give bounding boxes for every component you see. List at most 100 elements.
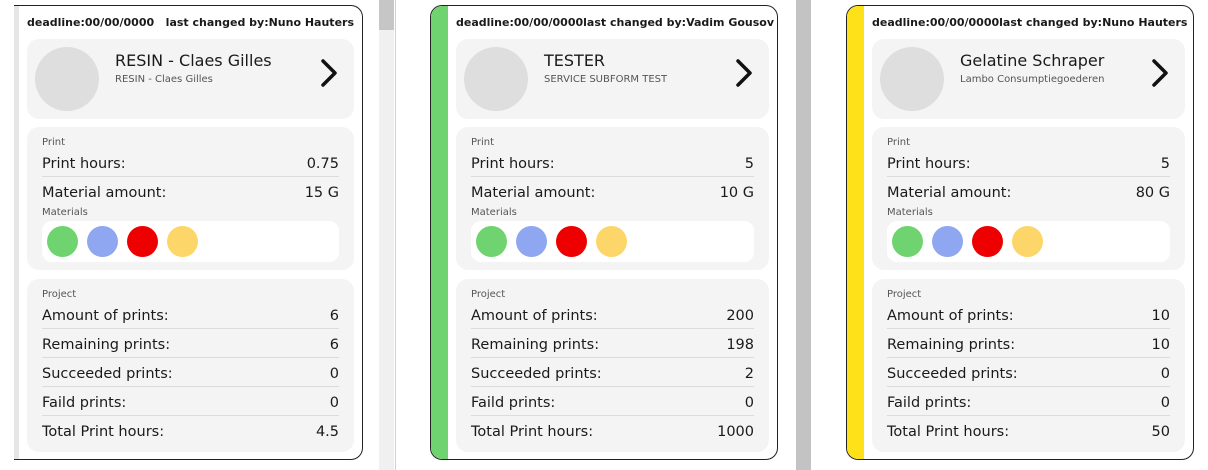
card-column-1: deadline: 00/00/0000 last changed by: Nuno… bbox=[0, 0, 396, 470]
print-hours-row: Print hours: 0.75 bbox=[42, 151, 339, 177]
material-swatch-yellow[interactable] bbox=[1012, 226, 1043, 257]
remaining-prints-label: Remaining prints: bbox=[471, 336, 600, 353]
status-stripe bbox=[847, 6, 864, 459]
print-section: Print Print hours: 5 Material amount: 80… bbox=[872, 127, 1185, 270]
remaining-prints-row: Remaining prints: 10 bbox=[887, 332, 1170, 358]
print-section-label: Print bbox=[42, 137, 66, 148]
material-swatch-red[interactable] bbox=[972, 226, 1003, 257]
total-print-hours-label: Total Print hours: bbox=[887, 424, 1010, 440]
job-title: RESIN - Claes Gilles bbox=[115, 51, 272, 70]
material-amount-row: Material amount: 15 G bbox=[42, 180, 339, 206]
card-header[interactable]: TESTER SERVICE SUBFORM TEST bbox=[456, 39, 769, 119]
card-topbar: deadline: 00/00/0000 last changed by: Vadi… bbox=[456, 14, 774, 30]
failed-prints-row: Faild prints: 0 bbox=[471, 390, 754, 416]
remaining-prints-value: 198 bbox=[726, 336, 754, 353]
material-swatch-yellow[interactable] bbox=[596, 226, 627, 257]
material-swatch-yellow[interactable] bbox=[167, 226, 198, 257]
material-swatch-blue[interactable] bbox=[87, 226, 118, 257]
scrollbar[interactable] bbox=[796, 0, 811, 470]
print-job-card[interactable]: deadline: 00/00/0000 last changed by: Nuno… bbox=[846, 5, 1194, 460]
failed-prints-label: Faild prints: bbox=[471, 394, 556, 411]
last-changed-label: last changed by: bbox=[583, 15, 687, 29]
material-amount-value: 15 G bbox=[304, 185, 339, 201]
total-print-hours-value: 1000 bbox=[717, 424, 754, 440]
deadline-value: 00/00/0000 bbox=[929, 15, 1000, 29]
last-changed-field: last changed by: Vadim Gousov bbox=[583, 16, 774, 29]
scrollbar-thumb[interactable] bbox=[379, 0, 394, 30]
material-swatch-green[interactable] bbox=[47, 226, 78, 257]
project-section-label: Project bbox=[471, 289, 506, 300]
material-amount-row: Material amount: 10 G bbox=[471, 180, 754, 206]
avatar bbox=[880, 47, 944, 111]
deadline-value: 00/00/0000 bbox=[84, 15, 155, 29]
last-changed-label: last changed by: bbox=[999, 15, 1103, 29]
print-section: Print Print hours: 5 Material amount: 10… bbox=[456, 127, 769, 270]
deadline-value: 00/00/0000 bbox=[513, 15, 584, 29]
materials-list bbox=[471, 221, 754, 262]
print-job-card[interactable]: deadline: 00/00/0000 last changed by: Vadi… bbox=[430, 5, 778, 460]
card-topbar: deadline: 00/00/0000 last changed by: Nuno… bbox=[872, 14, 1187, 30]
succeeded-prints-row: Succeeded prints: 2 bbox=[471, 361, 754, 387]
total-print-hours-label: Total Print hours: bbox=[471, 424, 594, 440]
failed-prints-row: Faild prints: 0 bbox=[887, 390, 1170, 416]
scrollbar[interactable] bbox=[379, 0, 394, 470]
chevron-right-icon[interactable] bbox=[733, 57, 755, 89]
last-changed-field: last changed by: Nuno Hauters bbox=[166, 16, 354, 29]
material-swatch-green[interactable] bbox=[892, 226, 923, 257]
failed-prints-label: Faild prints: bbox=[887, 394, 972, 411]
failed-prints-value: 0 bbox=[329, 394, 339, 411]
remaining-prints-value: 10 bbox=[1151, 336, 1170, 353]
column-divider bbox=[395, 0, 396, 470]
total-print-hours-label: Total Print hours: bbox=[42, 424, 165, 440]
deadline-label: deadline: bbox=[27, 15, 85, 29]
failed-prints-label: Faild prints: bbox=[42, 394, 127, 411]
print-hours-row: Print hours: 5 bbox=[887, 151, 1170, 177]
chevron-right-icon[interactable] bbox=[318, 57, 340, 89]
print-job-card[interactable]: deadline: 00/00/0000 last changed by: Nuno… bbox=[14, 5, 363, 460]
materials-label: Materials bbox=[42, 207, 88, 218]
succeeded-prints-label: Succeeded prints: bbox=[887, 365, 1018, 382]
amount-of-prints-value: 200 bbox=[726, 307, 754, 324]
print-section-label: Print bbox=[887, 137, 911, 148]
material-swatch-red[interactable] bbox=[556, 226, 587, 257]
amount-of-prints-value: 10 bbox=[1151, 307, 1170, 324]
failed-prints-row: Faild prints: 0 bbox=[42, 390, 339, 416]
project-section: Project Amount of prints: 6 Remaining pr… bbox=[27, 279, 354, 452]
total-print-hours-value: 4.5 bbox=[315, 424, 339, 440]
last-changed-label: last changed by: bbox=[165, 15, 269, 29]
deadline-label: deadline: bbox=[872, 15, 930, 29]
amount-of-prints-row: Amount of prints: 6 bbox=[42, 303, 339, 329]
amount-of-prints-row: Amount of prints: 200 bbox=[471, 303, 754, 329]
material-amount-label: Material amount: bbox=[471, 185, 596, 201]
job-subtitle: SERVICE SUBFORM TEST bbox=[544, 74, 668, 85]
chevron-right-icon[interactable] bbox=[1149, 57, 1171, 89]
material-swatch-green[interactable] bbox=[476, 226, 507, 257]
card-column-3: deadline: 00/00/0000 last changed by: Nuno… bbox=[830, 0, 1208, 470]
remaining-prints-row: Remaining prints: 6 bbox=[42, 332, 339, 358]
card-header[interactable]: Gelatine Schraper Lambo Consumptiegoeder… bbox=[872, 39, 1185, 119]
material-swatch-blue[interactable] bbox=[516, 226, 547, 257]
amount-of-prints-label: Amount of prints: bbox=[887, 307, 1014, 324]
materials-label: Materials bbox=[887, 207, 933, 218]
failed-prints-value: 0 bbox=[744, 394, 754, 411]
remaining-prints-row: Remaining prints: 198 bbox=[471, 332, 754, 358]
material-swatch-red[interactable] bbox=[127, 226, 158, 257]
card-column-2: deadline: 00/00/0000 last changed by: Vadi… bbox=[414, 0, 812, 470]
avatar bbox=[35, 47, 99, 111]
last-changed-value: Vadim Gousov bbox=[686, 15, 775, 29]
scrollbar-thumb[interactable] bbox=[796, 0, 811, 470]
amount-of-prints-value: 6 bbox=[329, 307, 339, 324]
succeeded-prints-value: 0 bbox=[329, 365, 339, 382]
total-print-hours-row: Total Print hours: 1000 bbox=[471, 419, 754, 445]
succeeded-prints-row: Succeeded prints: 0 bbox=[42, 361, 339, 387]
total-print-hours-row: Total Print hours: 4.5 bbox=[42, 419, 339, 445]
print-hours-label: Print hours: bbox=[887, 155, 971, 172]
material-swatch-blue[interactable] bbox=[932, 226, 963, 257]
card-header[interactable]: RESIN - Claes Gilles RESIN - Claes Gille… bbox=[27, 39, 354, 119]
amount-of-prints-label: Amount of prints: bbox=[42, 307, 169, 324]
succeeded-prints-row: Succeeded prints: 0 bbox=[887, 361, 1170, 387]
project-section-label: Project bbox=[887, 289, 922, 300]
succeeded-prints-value: 0 bbox=[1160, 365, 1170, 382]
material-amount-row: Material amount: 80 G bbox=[887, 180, 1170, 206]
succeeded-prints-label: Succeeded prints: bbox=[42, 365, 173, 382]
